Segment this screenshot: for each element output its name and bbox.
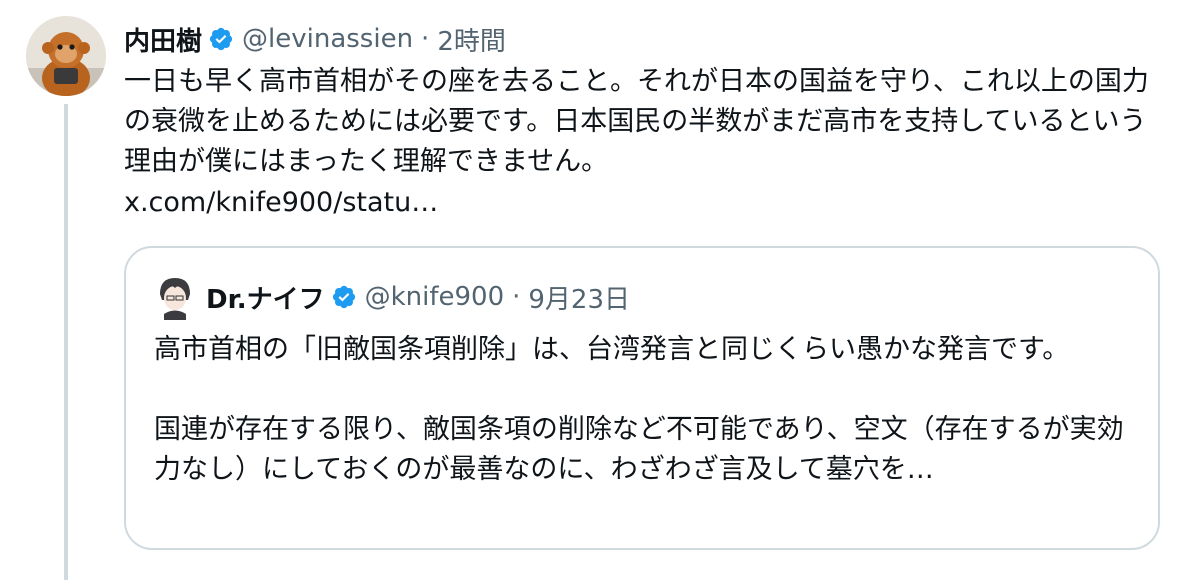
quote-author-handle[interactable]: @knife900 — [365, 282, 505, 312]
author-name[interactable]: 内田樹 — [124, 21, 202, 58]
quote-author-name[interactable]: Dr.ナイフ — [206, 279, 325, 316]
quote-text: 高市首相の「旧敵国条項削除」は、台湾発言と同じくらい愚かな発言です。 国連が存在… — [154, 334, 1124, 485]
anime-character-avatar[interactable] — [154, 274, 196, 320]
tweet-timestamp[interactable]: 2時間 — [437, 21, 506, 58]
quote-tweet-card[interactable]: Dr.ナイフ @knife900 · 9月23日 高市首相の「旧敵国条項削除」は… — [124, 246, 1160, 550]
verified-badge-icon — [209, 27, 233, 51]
separator-dot: · — [421, 24, 430, 54]
tweet-link[interactable]: x.com/knife900/statu… — [124, 183, 438, 223]
thread-line — [64, 104, 68, 580]
verified-badge-icon — [332, 285, 355, 309]
tweet-header: 内田樹 @levinassien · 2時間 — [124, 16, 506, 62]
separator-dot: · — [512, 282, 521, 312]
quote-header: Dr.ナイフ @knife900 · 9月23日 — [154, 272, 630, 322]
orangutan-plush-avatar — [26, 16, 106, 96]
tweet-text: 一日も早く高市首相がその座を去ること。それが日本の国益を守り、これ以上の国力の衰… — [124, 66, 1149, 177]
author-handle[interactable]: @levinassien — [242, 24, 413, 54]
avatar[interactable] — [26, 16, 106, 96]
quote-date[interactable]: 9月23日 — [528, 279, 630, 316]
